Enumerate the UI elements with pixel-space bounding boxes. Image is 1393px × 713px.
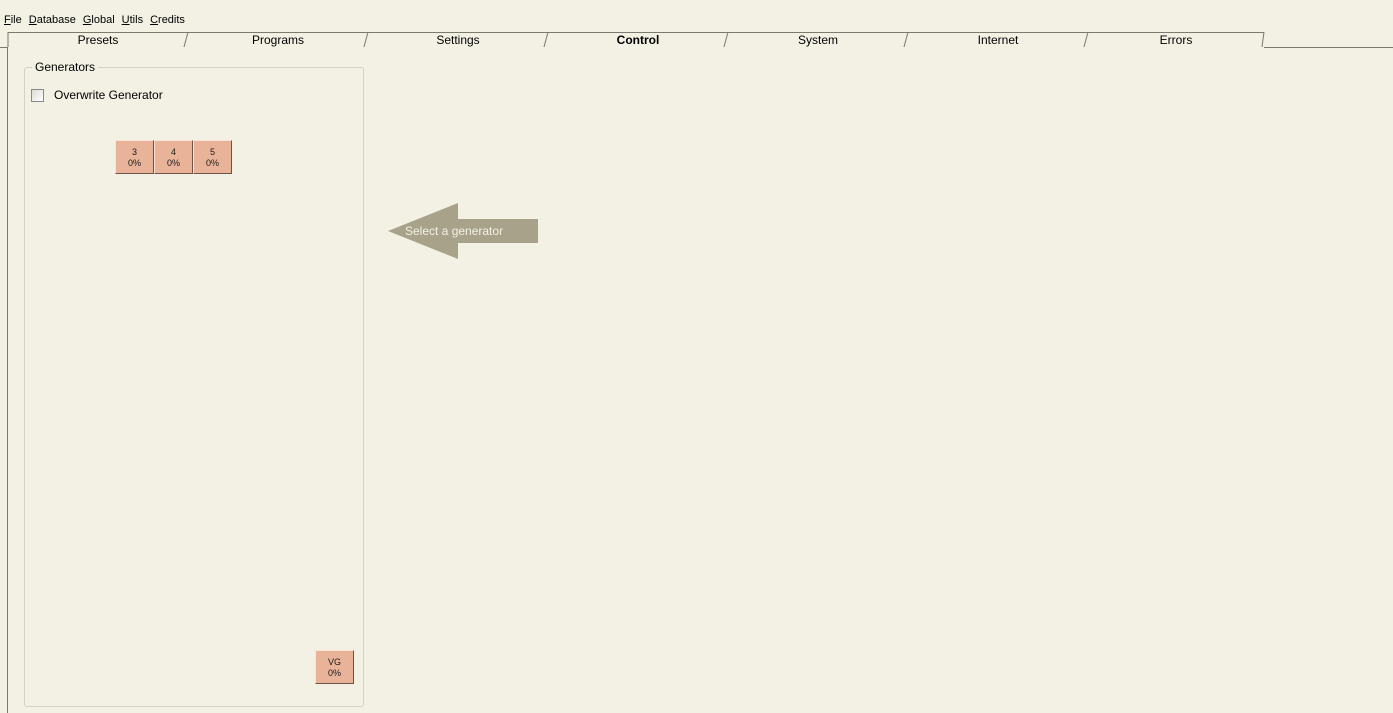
tab-strip: Presets Programs Settings Control System… [0, 30, 1393, 48]
overwrite-generator-row[interactable]: Overwrite Generator [31, 88, 163, 102]
overwrite-generator-label: Overwrite Generator [54, 88, 163, 102]
menu-utils[interactable]: Utils [122, 14, 143, 26]
menu-file[interactable]: File [4, 14, 22, 26]
generator-button-5[interactable]: 5 0% [193, 140, 232, 174]
menu-bar: File Database Global Utils Credits [0, 0, 1393, 30]
menu-global[interactable]: Global [83, 14, 115, 26]
virtual-generator-button[interactable]: VG 0% [315, 650, 354, 684]
hint-text: Select a generator [405, 224, 504, 238]
menu-database[interactable]: Database [29, 14, 76, 26]
overwrite-generator-checkbox[interactable] [31, 88, 44, 102]
tab-separators [7, 31, 1265, 48]
panel-left-border [7, 48, 8, 713]
generator-button-4[interactable]: 4 0% [154, 140, 193, 174]
menu-credits[interactable]: Credits [150, 14, 185, 26]
generator-button-3[interactable]: 3 0% [115, 140, 154, 174]
generators-title: Generators [32, 60, 99, 74]
